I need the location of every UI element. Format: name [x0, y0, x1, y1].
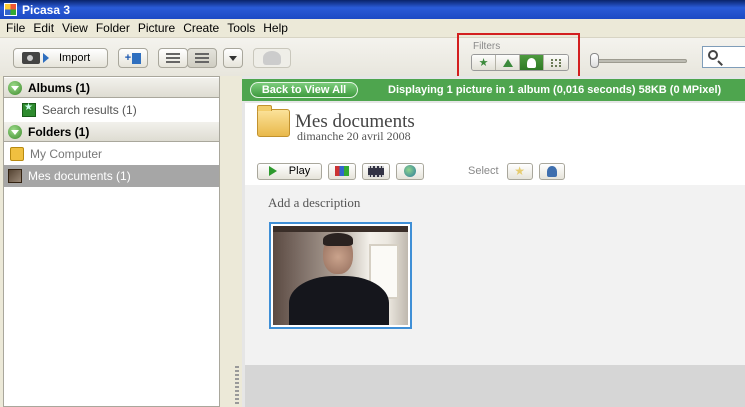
filter-starred-button[interactable]: ★ — [472, 55, 496, 70]
folder-content: Mes documents dimanche 20 avril 2008 Pla… — [245, 103, 745, 365]
status-bar: Back to View All Displaying 1 picture in… — [242, 79, 745, 101]
search-results-label: Search results (1) — [42, 103, 137, 117]
back-to-view-all-button[interactable]: Back to View All — [250, 82, 358, 98]
folders-label: Folders (1) — [28, 124, 90, 139]
photo-image — [273, 226, 408, 325]
collage-button[interactable] — [328, 162, 356, 180]
filters-group: ★ — [471, 54, 569, 71]
menu-view[interactable]: View — [60, 21, 94, 35]
person-icon — [546, 165, 557, 177]
folder-icon — [10, 147, 24, 161]
menu-bar: File Edit View Folder Picture Create Too… — [0, 19, 745, 38]
my-computer-label: My Computer — [30, 147, 103, 161]
import-button[interactable]: Import — [13, 48, 108, 68]
plus-icon: + — [124, 52, 132, 64]
splitter-grip[interactable] — [235, 366, 239, 404]
geotag-button[interactable] — [396, 162, 424, 180]
chevron-down-icon — [229, 55, 237, 61]
filter-faces-button[interactable] — [520, 55, 544, 70]
arrow-right-icon — [43, 53, 49, 63]
search-icon — [708, 50, 718, 60]
film-icon — [551, 58, 561, 67]
albums-label: Albums (1) — [28, 80, 91, 95]
collage-icon — [335, 166, 349, 176]
camera-icon — [22, 52, 40, 64]
menu-folder[interactable]: Folder — [94, 21, 136, 35]
empty-area — [245, 365, 745, 407]
upload-arrow-icon — [502, 58, 513, 67]
share-button[interactable] — [253, 48, 291, 68]
view-dropdown-button[interactable] — [223, 48, 243, 68]
photo-beam — [273, 226, 408, 232]
albums-section-header[interactable]: Albums (1) — [4, 77, 219, 98]
select-label: Select — [468, 165, 499, 177]
folder-icon — [257, 105, 290, 137]
menu-file[interactable]: File — [4, 21, 31, 35]
filters-label: Filters — [473, 41, 501, 52]
description-area: Add a description — [245, 185, 745, 365]
sidebar-item-my-computer[interactable]: My Computer — [4, 143, 219, 165]
title-bar: Picasa 3 — [0, 0, 745, 19]
sidebar-item-mes-documents[interactable]: Mes documents (1) — [4, 165, 219, 187]
album-icon — [132, 52, 142, 64]
play-icon — [268, 166, 277, 176]
detail-view-icon — [195, 53, 209, 63]
select-people-button[interactable] — [538, 162, 565, 180]
menu-edit[interactable]: Edit — [31, 21, 60, 35]
menu-help[interactable]: Help — [261, 21, 294, 35]
play-button[interactable]: Play — [257, 162, 322, 180]
slider-handle[interactable] — [590, 53, 599, 68]
menu-create[interactable]: Create — [181, 21, 225, 35]
mes-documents-label: Mes documents (1) — [28, 169, 131, 183]
filter-uploaded-button[interactable] — [496, 55, 520, 70]
window-title: Picasa 3 — [22, 2, 71, 17]
search-album-icon — [22, 102, 36, 117]
photo-view-panel: Back to View All Displaying 1 picture in… — [242, 76, 745, 407]
import-label: Import — [59, 52, 91, 64]
search-input[interactable] — [702, 46, 745, 68]
filter-movies-button[interactable] — [544, 55, 568, 70]
thumbnail-size-slider[interactable] — [592, 59, 687, 63]
toolbar: Import + — [0, 38, 745, 76]
movie-icon — [368, 165, 384, 177]
share-person-icon — [263, 51, 281, 65]
menu-picture[interactable]: Picture — [136, 21, 181, 35]
add-description-field[interactable]: Add a description — [268, 195, 360, 211]
library-panel: Albums (1) Search results (1) Folders (1… — [3, 76, 220, 407]
photo-person-hair — [323, 233, 353, 246]
movie-button[interactable] — [362, 162, 390, 180]
photo-person-body — [289, 276, 389, 325]
detail-view-button[interactable] — [187, 48, 217, 68]
menu-tools[interactable]: Tools — [225, 21, 261, 35]
folder-date: dimanche 20 avril 2008 — [297, 129, 411, 143]
list-view-icon — [166, 53, 180, 63]
sidebar-item-search-results[interactable]: Search results (1) — [4, 99, 219, 121]
collapse-arrow-icon[interactable] — [8, 124, 22, 139]
folder-actions: Play Select ★ — [257, 162, 571, 180]
star-icon: ★ — [478, 57, 489, 69]
collapse-arrow-icon[interactable] — [8, 80, 22, 95]
picasa-app-icon — [4, 3, 17, 16]
select-starred-button[interactable]: ★ — [506, 162, 533, 180]
face-icon — [527, 57, 536, 68]
status-text: Displaying 1 picture in 1 album (0,016 s… — [388, 84, 722, 96]
globe-icon — [404, 165, 416, 177]
photo-thumbnail[interactable] — [269, 222, 412, 329]
add-album-button[interactable]: + — [118, 48, 148, 68]
star-icon: ★ — [514, 164, 525, 178]
folders-section-header[interactable]: Folders (1) — [4, 121, 219, 142]
list-view-button[interactable] — [158, 48, 188, 68]
panel-splitter[interactable] — [232, 76, 242, 407]
play-label: Play — [288, 165, 311, 177]
folder-thumbnail-icon — [8, 169, 22, 183]
